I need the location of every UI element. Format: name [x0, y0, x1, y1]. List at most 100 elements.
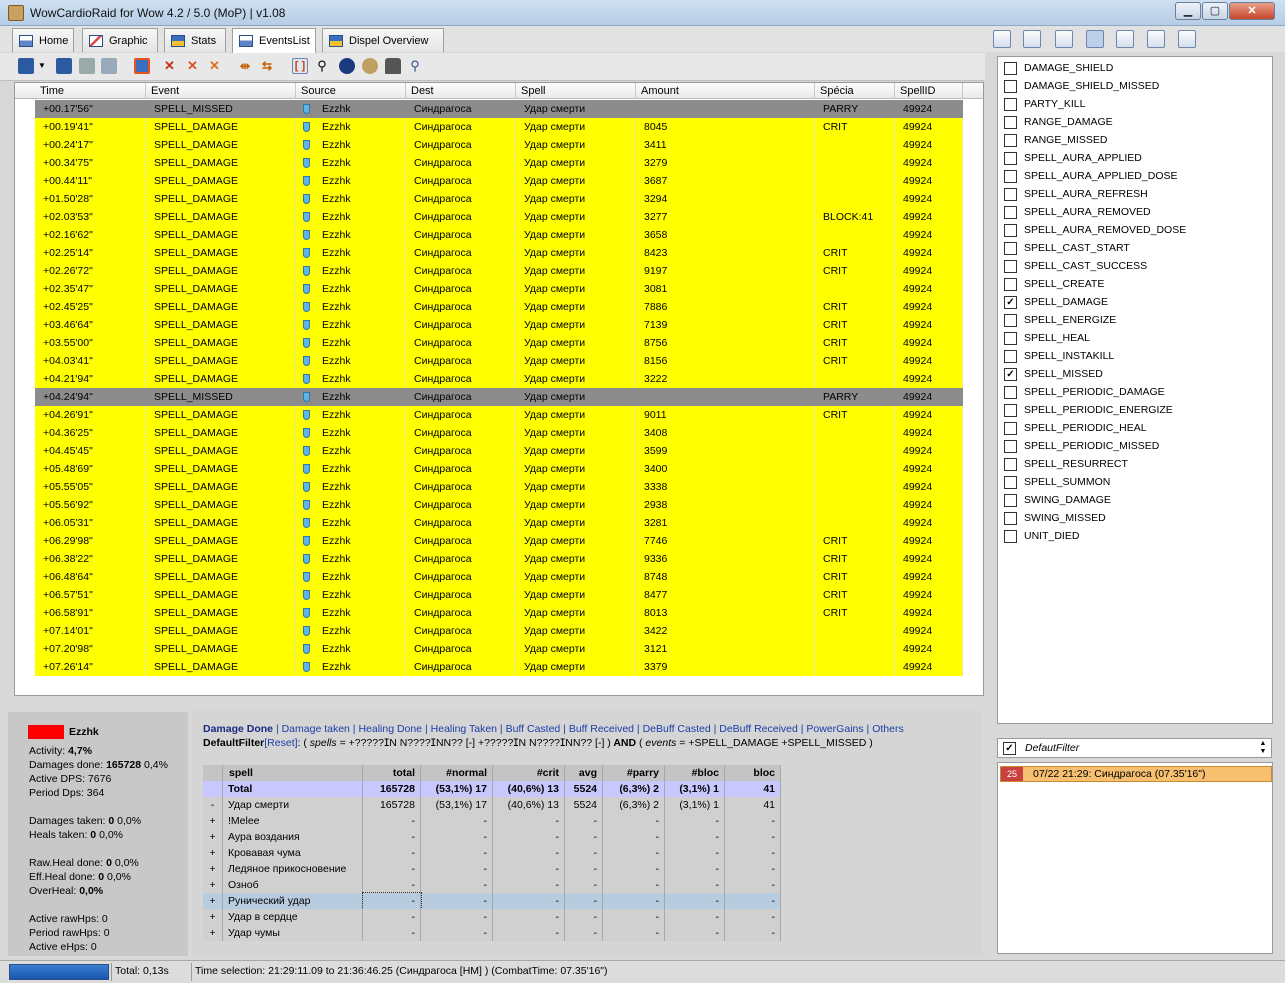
- filter-item[interactable]: ✓ SPELL_MISSED: [1004, 365, 1103, 383]
- image-icon[interactable]: [1023, 30, 1041, 48]
- filter-item[interactable]: SPELL_CREATE: [1004, 275, 1104, 293]
- tab-stats[interactable]: Stats: [164, 28, 226, 52]
- filter-item[interactable]: SPELL_PERIODIC_HEAL: [1004, 419, 1147, 437]
- filter-checkbox[interactable]: [1004, 98, 1017, 111]
- list-view-icon[interactable]: [1086, 30, 1104, 48]
- filter-item[interactable]: RANGE_MISSED: [1004, 131, 1107, 149]
- filter-item[interactable]: SPELL_INSTAKILL: [1004, 347, 1114, 365]
- table-row[interactable]: +04.26'91" SPELL_DAMAGE Ezzhk Синдрагоса Уда…: [35, 406, 963, 424]
- search-icon[interactable]: ⚲: [314, 58, 330, 74]
- reset-link[interactable]: [Reset]: [264, 737, 297, 749]
- lock-icon[interactable]: [385, 58, 401, 74]
- table-view-icon[interactable]: [993, 30, 1011, 48]
- stats-row[interactable]: - Удар смерти 165728 (53,1%) 17 (40,6%) 13 55…: [203, 797, 781, 813]
- table-row[interactable]: +06.48'64" SPELL_DAMAGE Ezzhk Синдрагоса Уда…: [35, 568, 963, 586]
- table-row[interactable]: +04.21'94" SPELL_DAMAGE Ezzhk Синдрагоса Уда…: [35, 370, 963, 388]
- stat-link[interactable]: Healing Taken: [431, 723, 497, 735]
- tab-home[interactable]: Home: [12, 28, 74, 52]
- filter-item[interactable]: SWING_DAMAGE: [1004, 491, 1111, 509]
- save-icon[interactable]: [18, 58, 34, 74]
- user-find-icon[interactable]: ⚲: [407, 58, 423, 74]
- table-row[interactable]: +02.26'72" SPELL_DAMAGE Ezzhk Синдрагоса Уда…: [35, 262, 963, 280]
- filter-checkbox[interactable]: [1004, 170, 1017, 183]
- col-dest[interactable]: Dest: [406, 83, 516, 99]
- filter-select[interactable]: ✓ DefautFilter ▲ ▼: [997, 738, 1272, 758]
- table-row[interactable]: +06.57'51" SPELL_DAMAGE Ezzhk Синдрагоса Уда…: [35, 586, 963, 604]
- filter-checkbox[interactable]: [1004, 350, 1017, 363]
- dropdown-arrow-icon[interactable]: ▼: [38, 58, 48, 74]
- filter-checkbox[interactable]: [1004, 62, 1017, 75]
- table-row[interactable]: +07.26'14" SPELL_DAMAGE Ezzhk Синдрагоса Уда…: [35, 658, 963, 676]
- table-row[interactable]: +05.56'92" SPELL_DAMAGE Ezzhk Синдрагоса Уда…: [35, 496, 963, 514]
- table-row[interactable]: +07.14'01" SPELL_DAMAGE Ezzhk Синдрагоса Уда…: [35, 622, 963, 640]
- stats-row[interactable]: Total 165728 (53,1%) 17 (40,6%) 13 5524 (6,3%…: [203, 781, 781, 797]
- save-as-icon[interactable]: [56, 58, 72, 74]
- table-row[interactable]: +06.38'22" SPELL_DAMAGE Ezzhk Синдрагоса Уда…: [35, 550, 963, 568]
- stats-row[interactable]: + Рунический удар - - - - - - -: [203, 893, 781, 909]
- table-row[interactable]: +06.58'91" SPELL_DAMAGE Ezzhk Синдрагоса Уда…: [35, 604, 963, 622]
- table-row[interactable]: +02.25'14" SPELL_DAMAGE Ezzhk Синдрагоса Уда…: [35, 244, 963, 262]
- table-row[interactable]: +00.17'56" SPELL_MISSED Ezzhk Синдрагоса Уда…: [35, 100, 963, 118]
- filter-item[interactable]: ✓ SPELL_DAMAGE: [1004, 293, 1108, 311]
- stat-link[interactable]: Others: [872, 723, 904, 735]
- expand-cell[interactable]: +: [203, 925, 223, 941]
- tab-graphic[interactable]: Graphic: [82, 28, 158, 52]
- stats-row[interactable]: + !Melee - - - - - - -: [203, 813, 781, 829]
- stats-row[interactable]: + Кровавая чума - - - - - - -: [203, 845, 781, 861]
- stat-link[interactable]: DeBuff Casted: [643, 723, 711, 735]
- info-icon[interactable]: [339, 58, 355, 74]
- stats-header-cell[interactable]: #crit: [493, 765, 565, 781]
- stat-link[interactable]: Buff Received: [569, 723, 634, 735]
- expand-cell[interactable]: +: [203, 813, 223, 829]
- expand-cell[interactable]: +: [203, 829, 223, 845]
- filter-checkbox[interactable]: [1004, 386, 1017, 399]
- user-search-icon[interactable]: [362, 58, 378, 74]
- stat-link[interactable]: Healing Done: [358, 723, 422, 735]
- filter-item[interactable]: UNIT_DIED: [1004, 527, 1079, 545]
- filter-checkbox[interactable]: [1004, 314, 1017, 327]
- filter-checkbox[interactable]: [1004, 206, 1017, 219]
- stats-row[interactable]: + Удар чумы - - - - - - -: [203, 925, 781, 941]
- stats-view-icon[interactable]: [1178, 30, 1196, 48]
- table-row[interactable]: +04.45'45" SPELL_DAMAGE Ezzhk Синдрагоса Уда…: [35, 442, 963, 460]
- stats-header-cell[interactable]: #bloc: [665, 765, 725, 781]
- filter-checkbox[interactable]: [1004, 134, 1017, 147]
- col-time[interactable]: Time: [35, 83, 146, 99]
- filter-item[interactable]: SPELL_AURA_REMOVED_DOSE: [1004, 221, 1186, 239]
- filter-item[interactable]: SWING_MISSED: [1004, 509, 1106, 527]
- table-row[interactable]: +03.55'00" SPELL_DAMAGE Ezzhk Синдрагоса Уда…: [35, 334, 963, 352]
- stats-row[interactable]: + Ледяное прикосновение - - - - - - -: [203, 861, 781, 877]
- filter-item[interactable]: SPELL_PERIODIC_DAMAGE: [1004, 383, 1165, 401]
- table-row[interactable]: +06.05'31" SPELL_DAMAGE Ezzhk Синдрагоса Уда…: [35, 514, 963, 532]
- filter-checkbox[interactable]: [1004, 440, 1017, 453]
- stats-row[interactable]: + Озноб - - - - - - -: [203, 877, 781, 893]
- stats-header-cell[interactable]: total: [363, 765, 421, 781]
- filter-checkbox[interactable]: [1004, 152, 1017, 165]
- col-source[interactable]: Source: [296, 83, 406, 99]
- filter-item[interactable]: SPELL_AURA_REFRESH: [1004, 185, 1148, 203]
- filter-checkbox[interactable]: [1004, 530, 1017, 543]
- expand-cell[interactable]: +: [203, 893, 223, 909]
- stat-link[interactable]: Damage Done: [203, 723, 273, 735]
- table-row[interactable]: +05.48'69" SPELL_DAMAGE Ezzhk Синдрагоса Уда…: [35, 460, 963, 478]
- chat-icon[interactable]: [1147, 30, 1165, 48]
- filter-item[interactable]: SPELL_AURA_APPLIED_DOSE: [1004, 167, 1178, 185]
- events-grid[interactable]: Time Event Source Dest Spell Amount Spéc…: [14, 82, 984, 696]
- expand-cell[interactable]: +: [203, 877, 223, 893]
- expand-cell[interactable]: +: [203, 909, 223, 925]
- filter-checkbox[interactable]: [1004, 404, 1017, 417]
- filter-item[interactable]: SPELL_PERIODIC_MISSED: [1004, 437, 1159, 455]
- table-row[interactable]: +00.24'17" SPELL_DAMAGE Ezzhk Синдрагоса Уда…: [35, 136, 963, 154]
- filter-checkbox[interactable]: [1004, 494, 1017, 507]
- filter-item[interactable]: PARTY_KILL: [1004, 95, 1085, 113]
- filter-item[interactable]: SPELL_HEAL: [1004, 329, 1090, 347]
- filter-checkbox[interactable]: [1004, 512, 1017, 525]
- table-row[interactable]: +05.55'05" SPELL_DAMAGE Ezzhk Синдрагоса Уда…: [35, 478, 963, 496]
- merge-icon[interactable]: ⇹: [240, 58, 256, 74]
- fight-item[interactable]: 25 07/22 21:29: Синдрагоса (07.35'16"): [1000, 766, 1272, 782]
- filter-item[interactable]: DAMAGE_SHIELD_MISSED: [1004, 77, 1159, 95]
- stats-header-cell[interactable]: spell: [223, 765, 363, 781]
- table-row[interactable]: +03.46'64" SPELL_DAMAGE Ezzhk Синдрагоса Уда…: [35, 316, 963, 334]
- stat-link[interactable]: Buff Casted: [506, 723, 561, 735]
- minimize-button[interactable]: ▁: [1175, 2, 1201, 20]
